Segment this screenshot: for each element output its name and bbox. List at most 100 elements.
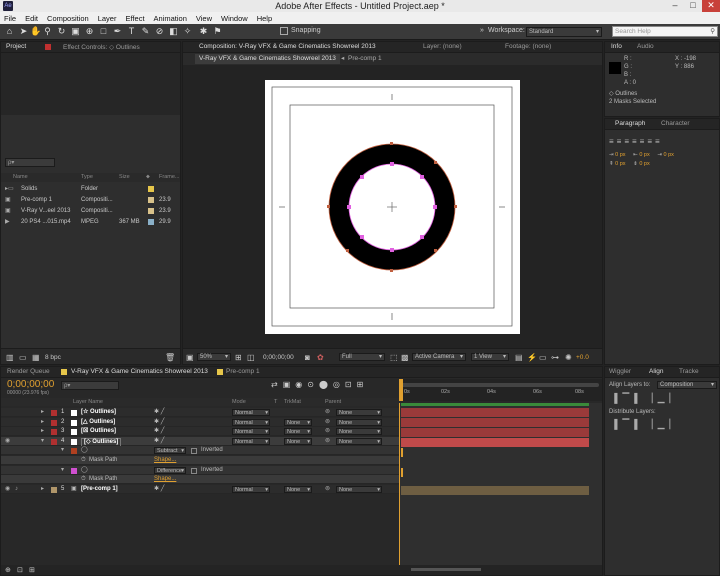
tab-audio[interactable]: Audio: [637, 43, 654, 50]
exposure-value[interactable]: +0.0: [576, 354, 589, 361]
maximize-button[interactable]: □: [684, 0, 702, 12]
col-name[interactable]: Name: [13, 173, 28, 182]
col-mode[interactable]: Mode: [232, 398, 246, 406]
mask-color-swatch[interactable]: [71, 448, 77, 455]
stopwatch-icon[interactable]: ⏱: [81, 456, 86, 465]
tab-wiggler[interactable]: Wiggler: [609, 368, 631, 375]
mask-mode-select[interactable]: Difference ▾: [154, 466, 186, 474]
col-type[interactable]: Type: [81, 173, 93, 182]
layer-switches-icon[interactable]: ✱ ╱: [154, 485, 164, 494]
grid-overlay-icon[interactable]: ⊞: [235, 353, 242, 362]
transparency-grid-icon[interactable]: ▩: [401, 353, 409, 362]
color-channel-icon[interactable]: ✿: [317, 353, 324, 362]
parent-select[interactable]: None ▾: [336, 428, 382, 436]
visibility-eye-icon[interactable]: ◉: [5, 437, 10, 446]
layer-bar-1[interactable]: [401, 408, 589, 417]
tab-info[interactable]: Info: [611, 43, 622, 50]
menu-file[interactable]: File: [4, 14, 16, 23]
layer-name[interactable]: [☆ Outlines]: [81, 408, 116, 417]
expand-arrow-icon[interactable]: ▸: [41, 485, 44, 494]
menu-layer[interactable]: Layer: [98, 14, 117, 23]
distribute-buttons-icons[interactable]: ▐▔▌▕▁▏: [611, 419, 681, 430]
mode-select[interactable]: Normal ▾: [232, 418, 270, 426]
breadcrumb-main-comp[interactable]: V-Ray VFX & Game Cinematics Showreel 201…: [195, 54, 340, 64]
reset-exposure-icon[interactable]: ✺: [565, 353, 572, 362]
parent-pickwhip-icon[interactable]: ⊚: [325, 437, 330, 446]
timeline-icon[interactable]: ▭: [539, 353, 547, 362]
pen-tool-icon[interactable]: ✒: [112, 26, 123, 37]
layer-switches-icon[interactable]: ✱ ╱: [154, 408, 164, 417]
layer-switches-icon[interactable]: ✱ ╱: [154, 418, 164, 427]
resolution-select[interactable]: Full ▾: [339, 353, 385, 361]
parent-select[interactable]: None ▾: [336, 437, 382, 445]
layer-bar-2[interactable]: [401, 418, 589, 427]
mask-color-swatch[interactable]: [71, 467, 77, 474]
mask-row[interactable]: ▾ ◯ Subtract ▾ Inverted: [1, 446, 399, 456]
timeline-search-input[interactable]: ρ▾: [61, 381, 119, 390]
menu-composition[interactable]: Composition: [47, 14, 89, 23]
type-tool-icon[interactable]: T: [126, 26, 137, 37]
tab-align[interactable]: Align: [649, 368, 663, 375]
pan-behind-tool-icon[interactable]: ⊕: [84, 26, 95, 37]
timeline-switch-icons[interactable]: ⇄▣◉⊙⬤◎⊡⊞: [271, 380, 368, 389]
brush-tool-icon[interactable]: ✎: [140, 26, 151, 37]
camera-select[interactable]: Active Camera ▾: [412, 353, 466, 361]
col-parent[interactable]: Parent: [325, 398, 341, 406]
toggle-pixel-aspect-icon[interactable]: ▤: [515, 353, 523, 362]
fast-preview-icon[interactable]: ⚡: [527, 353, 537, 362]
parent-pickwhip-icon[interactable]: ⊚: [325, 418, 330, 427]
roto-tool-icon[interactable]: ✧: [182, 26, 193, 37]
trkmat-select[interactable]: None ▾: [284, 428, 312, 436]
toggle-switches-icon[interactable]: ⊕: [5, 566, 11, 574]
mode-select[interactable]: Normal ▾: [232, 409, 270, 416]
mask-path-row[interactable]: ⏱ Mask Path Shape...: [1, 456, 399, 465]
expand-arrow-icon[interactable]: ▾: [41, 437, 44, 446]
mask-keyframe[interactable]: [401, 468, 403, 477]
visibility-eye-icon[interactable]: ◉: [5, 485, 10, 494]
parent-pickwhip-icon[interactable]: ⊚: [325, 485, 330, 494]
layer-label-swatch[interactable]: [51, 419, 57, 426]
label-swatch[interactable]: [148, 219, 154, 225]
label-swatch[interactable]: [148, 197, 154, 203]
tab-composition[interactable]: Composition: V-Ray VFX & Game Cinematics…: [199, 43, 376, 50]
align-buttons-icons[interactable]: ▐▔▌▕▁▏: [611, 393, 681, 404]
layer-bar-3[interactable]: [401, 428, 589, 437]
snapping-checkbox[interactable]: [280, 27, 288, 35]
playhead[interactable]: [399, 379, 403, 401]
tab-tracker[interactable]: Tracke: [679, 368, 699, 375]
inverted-checkbox[interactable]: [191, 467, 197, 474]
search-help-input[interactable]: Search Help ⚲: [612, 26, 718, 37]
puppet-pin-tool-icon[interactable]: ⚑: [212, 26, 223, 37]
expand-arrow-icon[interactable]: ▸: [41, 408, 44, 417]
timeline-timecode[interactable]: 0;00;00;00: [7, 379, 54, 390]
trkmat-select[interactable]: None ▾: [284, 485, 312, 493]
layer-name[interactable]: [△ Outlines]: [81, 418, 115, 427]
bit-depth-button[interactable]: 8 bpc: [45, 354, 61, 361]
menu-edit[interactable]: Edit: [25, 14, 38, 23]
col-frame[interactable]: Frame...: [159, 173, 179, 182]
expand-arrow-icon[interactable]: ▸: [41, 427, 44, 436]
clone-tool-icon[interactable]: ⊘: [154, 26, 165, 37]
timeline-layer-row[interactable]: ▸ 2 [△ Outlines] ✱ ╱ Normal ▾ None ▾ ⊚ None ▾: [1, 417, 399, 427]
zoom-tool-icon[interactable]: ⚲: [42, 26, 53, 37]
label-swatch[interactable]: [148, 186, 154, 192]
mask-keyframe[interactable]: [401, 448, 403, 457]
layer-label-swatch[interactable]: [51, 438, 57, 445]
align-to-select[interactable]: Composition ▾: [657, 381, 717, 389]
expand-arrow-icon[interactable]: ▾: [61, 446, 64, 455]
toggle-in-out-icon[interactable]: ⊞: [29, 566, 35, 574]
tab-footage[interactable]: Footage: (none): [505, 43, 551, 50]
snapshot-icon[interactable]: ◙: [305, 353, 310, 362]
close-button[interactable]: ✕: [702, 0, 720, 12]
timeline-track-area[interactable]: [399, 403, 602, 573]
comp-canvas[interactable]: [265, 80, 520, 334]
project-search-input[interactable]: ρ▾: [5, 158, 55, 167]
project-item[interactable]: ▣ Pre-comp 1 Compositi... 23.9: [1, 195, 180, 205]
mode-select[interactable]: Normal ▾: [232, 428, 270, 436]
mask-shape-link[interactable]: Shape...: [154, 475, 176, 484]
layer-name[interactable]: [☒ Outlines]: [81, 427, 116, 436]
parent-select[interactable]: None ▾: [336, 418, 382, 426]
project-item[interactable]: ▸▭ Solids Folder: [1, 184, 180, 194]
layer-label-swatch[interactable]: [51, 410, 57, 416]
layer-label-swatch[interactable]: [51, 429, 57, 436]
